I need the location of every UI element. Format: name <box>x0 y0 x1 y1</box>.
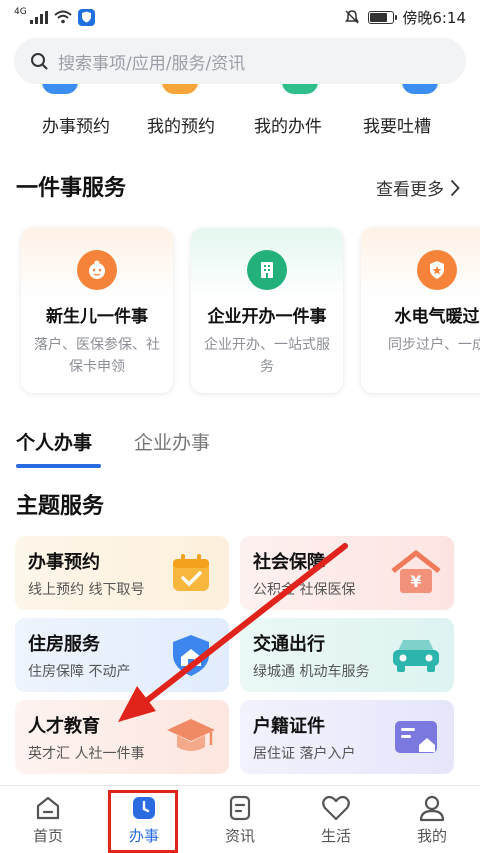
tab-enterprise[interactable]: 企业办事 <box>134 428 210 455</box>
user-icon <box>419 795 445 822</box>
theme-tile-household-id[interactable]: 户籍证件 居住证 落户入户 <box>240 700 454 774</box>
section-title-one-thing: 一件事服务 <box>16 176 127 201</box>
card-desc: 落户、医保参保、社保卡申领 <box>34 337 160 375</box>
one-thing-card-newborn[interactable]: 新生儿一件事 落户、医保参保、社保卡申领 <box>21 228 173 393</box>
svg-text:¥: ¥ <box>410 572 421 591</box>
quick-action-icon[interactable] <box>402 84 438 94</box>
car-icon <box>378 618 454 692</box>
home-shield-icon <box>153 618 229 692</box>
signal-icon <box>29 10 48 24</box>
mute-bell-icon <box>345 10 360 24</box>
one-thing-card-utilities[interactable]: 水电气暖过 同步过户、一成 <box>361 228 480 393</box>
section-title-themes: 主题服务 <box>16 494 105 519</box>
theme-tile-transport[interactable]: 交通出行 绿城通 机动车服务 <box>240 618 454 692</box>
status-time: 傍晚6:14 <box>402 8 466 27</box>
tab-personal[interactable]: 个人办事 <box>16 428 92 455</box>
nav-label: 资讯 <box>224 827 255 845</box>
badge-icon <box>417 250 457 290</box>
card-title: 企业开办一件事 <box>207 307 327 327</box>
nav-label: 首页 <box>32 827 63 845</box>
search-placeholder: 搜索事项/应用/服务/资讯 <box>58 53 246 74</box>
house-yen-icon: ¥ <box>378 536 454 610</box>
tile-title: 人才教育 <box>28 716 100 737</box>
wifi-icon <box>54 10 72 24</box>
theme-tile-social-security[interactable]: 社会保障 公积金 社保医保 ¥ <box>240 536 454 610</box>
quick-action-my-appointments[interactable]: 我的预约 <box>121 112 241 137</box>
home-icon <box>36 796 60 820</box>
graduation-cap-icon <box>153 700 229 774</box>
quick-action-icon[interactable] <box>162 84 198 94</box>
tile-title: 交通出行 <box>253 634 325 655</box>
chevron-right-icon <box>450 179 460 196</box>
building-icon <box>247 250 287 290</box>
quick-action-icon[interactable] <box>282 84 318 94</box>
nav-life[interactable]: 生活 <box>288 786 384 853</box>
card-title: 新生儿一件事 <box>46 307 148 327</box>
nav-label: 办事 <box>128 827 159 845</box>
quick-actions-icons <box>0 84 480 96</box>
news-icon <box>229 795 251 821</box>
one-thing-card-business[interactable]: 企业开办一件事 企业开办、一站式服务 <box>191 228 343 393</box>
theme-tile-talent-education[interactable]: 人才教育 英才汇 人社一件事 <box>15 700 229 774</box>
bottom-nav: 首页 办事 资讯 生活 我的 <box>0 785 480 853</box>
tile-title: 住房服务 <box>28 634 100 655</box>
battery-icon <box>368 10 398 24</box>
search-icon <box>31 53 48 70</box>
nav-mine[interactable]: 我的 <box>384 786 480 853</box>
card-desc: 企业开办、一站式服务 <box>204 337 330 375</box>
nav-label: 我的 <box>416 827 447 845</box>
quick-action-feedback[interactable]: 我要吐槽 <box>337 112 457 137</box>
clock-icon <box>133 797 155 819</box>
see-more-link[interactable]: 查看更多 <box>376 175 460 200</box>
quick-action-appointment[interactable]: 办事预约 <box>16 112 136 137</box>
calendar-icon <box>153 536 229 610</box>
search-bar[interactable]: 搜索事项/应用/服务/资讯 <box>14 38 466 84</box>
card-desc: 同步过户、一成 <box>388 337 480 353</box>
tile-title: 户籍证件 <box>253 716 325 737</box>
tile-subtitle: 公积金 社保医保 <box>253 582 356 598</box>
app-shield-icon <box>77 8 95 26</box>
tab-indicator <box>16 464 101 468</box>
card-title: 水电气暖过 <box>394 307 480 327</box>
baby-icon <box>77 250 117 290</box>
tile-subtitle: 住房保障 不动产 <box>28 664 131 680</box>
tile-title: 办事预约 <box>28 552 100 573</box>
nav-label: 生活 <box>320 827 351 845</box>
tile-subtitle: 英才汇 人社一件事 <box>28 746 145 762</box>
theme-tile-appointment[interactable]: 办事预约 线上预约 线下取号 <box>15 536 229 610</box>
id-card-icon <box>378 700 454 774</box>
tile-subtitle: 线上预约 线下取号 <box>28 582 145 598</box>
nav-services[interactable]: 办事 <box>96 786 192 853</box>
quick-actions: 办事预约 我的预约 我的办件 我要吐槽 <box>0 112 480 142</box>
tile-subtitle: 居住证 落户入户 <box>253 746 356 762</box>
network-type: 4G <box>14 7 27 17</box>
tile-title: 社会保障 <box>253 552 325 573</box>
tile-subtitle: 绿城通 机动车服务 <box>253 664 370 680</box>
nav-news[interactable]: 资讯 <box>192 786 288 853</box>
theme-tile-housing[interactable]: 住房服务 住房保障 不动产 <box>15 618 229 692</box>
quick-action-icon[interactable] <box>42 84 78 94</box>
status-bar: 4G 傍晚6:14 <box>0 0 480 34</box>
see-more-label: 查看更多 <box>376 180 444 200</box>
nav-home[interactable]: 首页 <box>0 786 96 853</box>
quick-action-my-cases[interactable]: 我的办件 <box>228 112 348 137</box>
heart-icon <box>322 795 350 821</box>
one-thing-cards: 新生儿一件事 落户、医保参保、社保卡申领 企业开办一件事 企业开办、一站式服务 … <box>0 220 480 400</box>
